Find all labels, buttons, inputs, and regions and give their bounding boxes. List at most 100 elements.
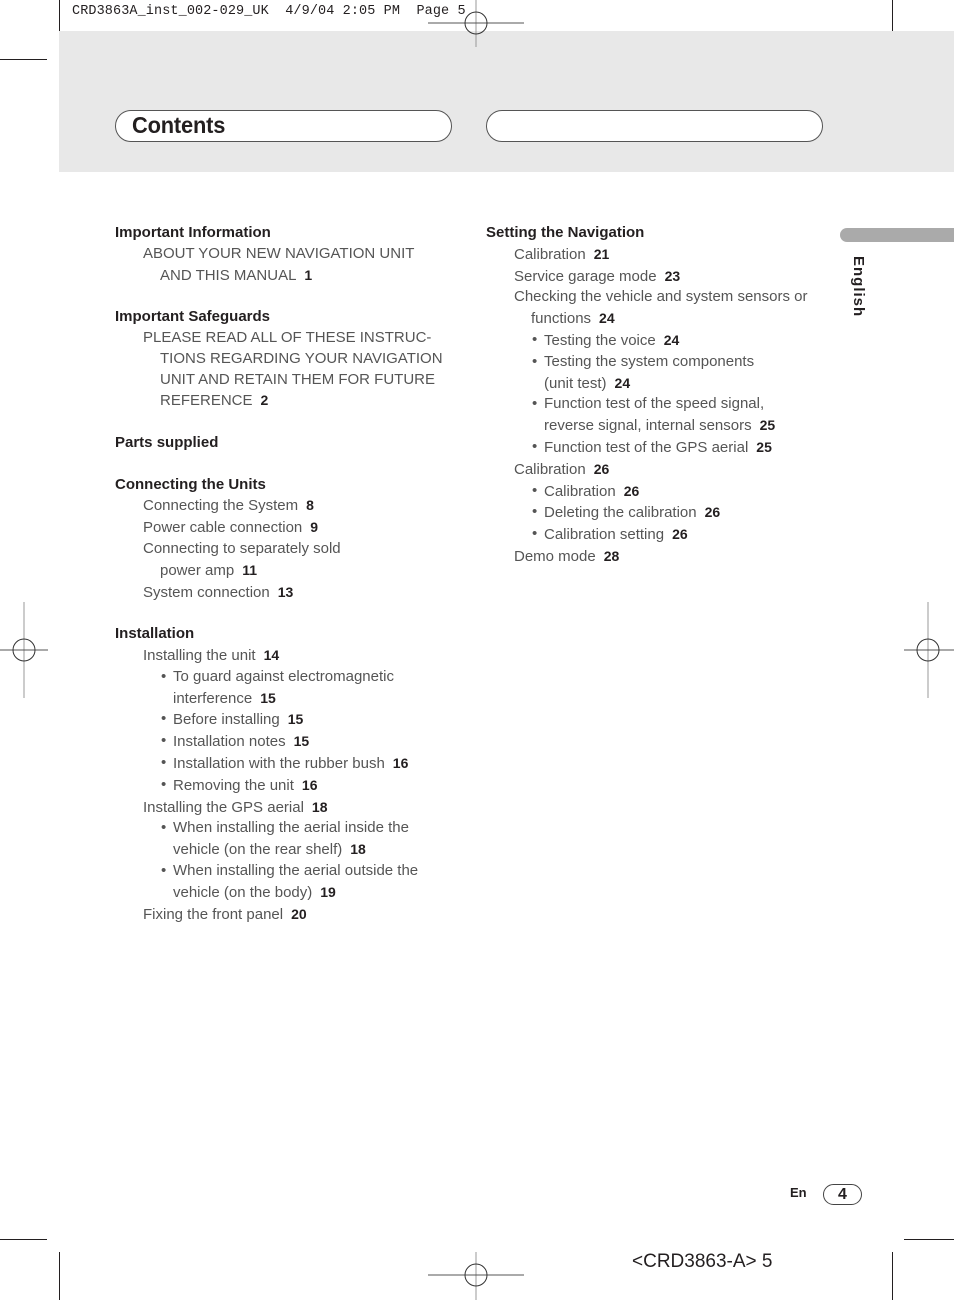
toc-page-number: 24 — [663, 331, 680, 348]
toc-entry[interactable]: Calibration 26 — [486, 459, 831, 481]
crop-mark — [904, 1239, 954, 1240]
bullet-icon: • — [532, 437, 538, 455]
toc-entry[interactable]: • Function test of the speed signal, rever… — [486, 394, 831, 437]
bullet-icon: • — [161, 710, 167, 728]
bullet-icon: • — [161, 861, 167, 879]
header-band — [59, 31, 954, 172]
registration-mark-icon — [428, 0, 524, 47]
toc-entry[interactable]: Installing the GPS aerial 18 — [115, 797, 455, 819]
bullet-icon: • — [161, 732, 167, 750]
title-box: Contents — [115, 110, 452, 142]
toc-entry[interactable]: Fixing the front panel 20 — [115, 904, 455, 926]
toc-entry-line: Calibration 21 — [514, 245, 610, 263]
bullet-icon: • — [532, 503, 538, 521]
toc-entry-line: Service garage mode 23 — [514, 267, 681, 285]
toc-entry-text: Installation notes 15 — [161, 731, 455, 753]
toc-page-number: 20 — [291, 905, 307, 922]
bullet-icon: • — [161, 819, 167, 837]
toc-entry[interactable]: • Installation notes 15 — [115, 731, 455, 753]
toc-page-number: 19 — [320, 883, 336, 900]
toc-entry[interactable]: • To guard against electromagnetic interfe… — [115, 667, 455, 710]
registration-mark-icon — [0, 602, 48, 698]
toc-entry-line: vehicle (on the rear shelf) 18 — [173, 841, 366, 859]
toc-page-number: 18 — [311, 798, 328, 815]
toc-entry[interactable]: Connecting the System 8 — [115, 495, 455, 517]
toc-entry-line: Fixing the front panel 20 — [143, 905, 307, 923]
toc-entry[interactable]: Service garage mode 23 — [486, 266, 831, 288]
bullet-icon: • — [161, 775, 167, 793]
toc-entry-line: PLEASE READ ALL OF THESE INSTRUC- — [143, 328, 432, 346]
toc-entry-text: Before installing 15 — [161, 709, 455, 731]
toc-page-number: 8 — [306, 497, 314, 514]
toc-entry-text: Power cable connection 9 — [143, 517, 455, 539]
toc-entry-text: Removing the unit 16 — [161, 775, 455, 797]
toc-page-number: 26 — [623, 482, 640, 499]
toc-entry[interactable]: Demo mode 28 — [486, 546, 831, 568]
toc-entry-line: functions 24 — [531, 310, 615, 328]
toc-page-number: 28 — [603, 547, 620, 564]
toc-entry[interactable]: Checking the vehicle and system sensors … — [486, 287, 831, 330]
crop-mark — [59, 1252, 60, 1300]
bullet-icon: • — [532, 481, 538, 499]
toc-page-number: 1 — [304, 266, 313, 283]
toc-entry-text: When installing the aerial outside the ve… — [161, 861, 455, 904]
toc-entry[interactable]: • Calibration 26 — [486, 481, 831, 503]
toc-entry-text: Connecting the System 8 — [143, 495, 455, 517]
toc-entry[interactable]: • When installing the aerial outside the v… — [115, 861, 455, 904]
toc-page-number: 11 — [242, 561, 258, 578]
toc-entry[interactable]: • Function test of the GPS aerial 25 — [486, 437, 831, 459]
toc-entry[interactable]: • Testing the system components (unit test… — [486, 352, 831, 395]
toc-entry-line: Installation with the rubber bush 16 — [173, 754, 409, 772]
toc-entry-line: When installing the aerial outside the — [173, 861, 419, 879]
language-tab — [840, 228, 954, 242]
toc-entry[interactable]: • Installation with the rubber bush 16 — [115, 753, 455, 775]
toc-entry-text: Calibration 26 — [514, 459, 831, 481]
bullet-icon: • — [532, 330, 538, 348]
toc-entry-line: ABOUT YOUR NEW NAVIGATION UNIT — [143, 244, 415, 262]
toc-entry-text: ABOUT YOUR NEW NAVIGATION UNIT AND THIS M… — [143, 244, 455, 287]
toc-entry-line: AND THIS MANUAL 1 — [160, 266, 313, 284]
toc-entry[interactable]: • Before installing 15 — [115, 709, 455, 731]
toc-entry-line: Installation notes 15 — [173, 733, 310, 751]
bullet-icon: • — [532, 395, 538, 413]
toc-entry-line: Power cable connection 9 — [143, 519, 319, 537]
document-code: <CRD3863-A> 5 — [632, 1251, 773, 1272]
toc-entry[interactable]: PLEASE READ ALL OF THESE INSTRUC- TIONS R… — [115, 328, 455, 412]
toc-section-heading: Important Safeguards — [115, 308, 271, 326]
toc-entry[interactable]: Calibration 21 — [486, 244, 831, 266]
toc-entry-text: Demo mode 28 — [514, 546, 831, 568]
toc-entry-line: System connection 13 — [143, 583, 294, 601]
toc-entry-line: When installing the aerial inside the — [173, 819, 409, 837]
toc-entry-text: Testing the system components (unit test)… — [532, 352, 831, 395]
toc-page-number: 24 — [614, 374, 631, 391]
toc-entry-line: Deleting the calibration 26 — [544, 504, 721, 522]
language-label: English — [850, 256, 867, 318]
toc-entry-line: Function test of the speed signal, — [544, 395, 765, 413]
toc-entry-text: Fixing the front panel 20 — [143, 904, 455, 926]
toc-page-number: 9 — [310, 519, 319, 536]
page-title: Contents — [132, 112, 226, 138]
toc-entry[interactable]: ABOUT YOUR NEW NAVIGATION UNIT AND THIS M… — [115, 244, 455, 287]
toc-entry[interactable]: • Removing the unit 16 — [115, 775, 455, 797]
toc-entry-text: Calibration 21 — [514, 244, 831, 266]
toc-entry[interactable]: Power cable connection 9 — [115, 517, 455, 539]
toc-page-number: 24 — [599, 310, 615, 327]
toc-entry-line: Connecting to separately sold — [143, 539, 341, 557]
toc-entry[interactable]: • Testing the voice 24 — [486, 330, 831, 352]
toc-page-number: 26 — [672, 526, 688, 543]
toc-entry[interactable]: • Calibration setting 26 — [486, 524, 831, 546]
toc-entry-line: Installing the unit 14 — [143, 646, 280, 664]
bullet-icon: • — [532, 525, 538, 543]
toc-entry[interactable]: • Deleting the calibration 26 — [486, 502, 831, 524]
blank-header-box — [486, 110, 823, 142]
toc-entry-text: Installation with the rubber bush 16 — [161, 753, 455, 775]
toc-entry[interactable]: Connecting to separately sold power amp 11 — [115, 539, 455, 582]
toc-entry-line: Function test of the GPS aerial 25 — [544, 438, 772, 456]
page-number: 4 — [823, 1184, 862, 1205]
toc-entry[interactable]: System connection 13 — [115, 582, 455, 604]
toc-entry[interactable]: • When installing the aerial inside the ve… — [115, 818, 455, 861]
toc-page-number: 26 — [704, 504, 721, 521]
toc-entry[interactable]: Installing the unit 14 — [115, 645, 455, 667]
